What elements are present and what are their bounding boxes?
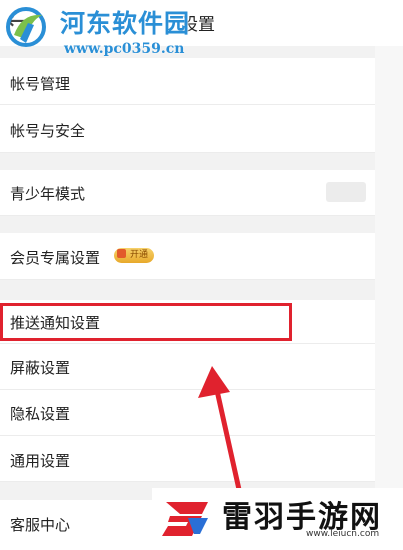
highlight-box: [0, 303, 292, 341]
settings-item-label: 客服中心: [10, 516, 71, 534]
brand-watermark: 雷羽手游网 www.leiucn.com: [152, 488, 403, 550]
watermark-site-name: 河东软件园: [60, 9, 191, 38]
settings-item-label: 帐号与安全: [10, 122, 86, 140]
brand-logo-icon: [162, 502, 208, 536]
settings-item-label: 屏蔽设置: [10, 359, 71, 377]
pointer-arrow-icon: [198, 366, 243, 497]
settings-item-general-settings[interactable]: 通用设置: [0, 436, 375, 482]
right-edge-strip: [375, 46, 403, 550]
settings-item-privacy-settings[interactable]: 隐私设置: [0, 390, 375, 436]
status-placeholder: [326, 182, 366, 202]
watermark-site-url: www.pc0359.cn: [64, 41, 185, 57]
settings-item-vip-settings[interactable]: 会员专属设置: [0, 233, 375, 280]
site-logo-icon: [6, 7, 46, 47]
settings-item-block-settings[interactable]: 屏蔽设置: [0, 344, 375, 390]
vip-badge: 开通: [114, 248, 154, 263]
brand-url: www.leiucn.com: [306, 529, 380, 539]
settings-item-label: 帐号管理: [10, 75, 71, 93]
settings-item-label: 通用设置: [10, 452, 71, 470]
settings-item-label: 会员专属设置: [10, 249, 101, 267]
vip-badge-label: 开通: [130, 250, 149, 260]
settings-item-label: 青少年模式: [10, 185, 86, 203]
settings-item-account-security[interactable]: 帐号与安全: [0, 105, 375, 153]
crown-icon: [117, 249, 126, 258]
settings-item-account-management[interactable]: 帐号管理: [0, 58, 375, 105]
settings-item-teen-mode[interactable]: 青少年模式: [0, 170, 375, 216]
settings-item-label: 隐私设置: [10, 405, 71, 423]
